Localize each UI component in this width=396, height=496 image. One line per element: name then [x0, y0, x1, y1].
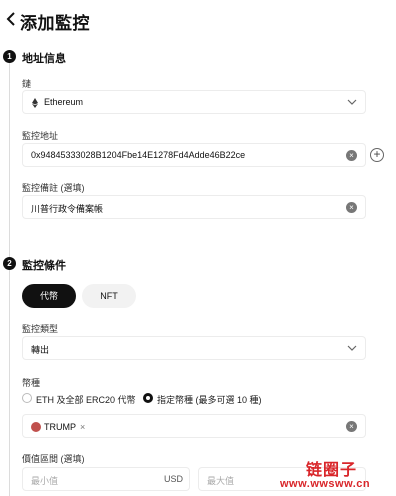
- price-max-placeholder: 最大值: [207, 476, 235, 486]
- radio-specific-tokens-label: 指定幣種 (最多可選 10 種): [157, 395, 262, 405]
- header: 添加監控: [0, 0, 396, 40]
- clear-icon[interactable]: ×: [346, 150, 357, 161]
- chevron-down-icon: [347, 99, 357, 105]
- page-title: 添加監控: [20, 14, 90, 33]
- price-min-input[interactable]: 最小值 USD: [22, 467, 190, 491]
- token-scope-radio-group: ETH 及全部 ERC20 代幣 指定幣種 (最多可選 10 種): [22, 392, 372, 406]
- remark-label: 監控備註 (選填): [22, 183, 85, 193]
- price-min-placeholder: 最小值: [31, 476, 59, 486]
- step-number: 1: [3, 50, 16, 63]
- address-input[interactable]: 0x94845333028B1204Fbe14E1278Fd4Adde46B22…: [22, 143, 366, 167]
- radio-all-tokens-label: ETH 及全部 ERC20 代幣: [36, 395, 136, 405]
- add-address-icon[interactable]: +: [370, 148, 384, 162]
- remove-tag-icon[interactable]: ×: [80, 422, 85, 432]
- watermark-url: www.wwsww.cn: [280, 478, 371, 490]
- radio-all-tokens[interactable]: [22, 393, 32, 403]
- clear-icon[interactable]: ×: [346, 421, 357, 432]
- chain-select[interactable]: Ethereum: [22, 90, 366, 114]
- timeline-line: [9, 270, 10, 496]
- token-tag-label: TRUMP: [44, 422, 76, 432]
- tokens-label: 幣種: [22, 378, 41, 388]
- radio-specific-tokens[interactable]: [143, 393, 153, 403]
- token-avatar: [31, 422, 41, 432]
- clear-icon[interactable]: ×: [346, 202, 357, 213]
- monitor-type-label: 監控類型: [22, 324, 59, 334]
- watermark-title: 链圈子: [306, 462, 358, 479]
- timeline-line: [9, 62, 10, 258]
- remark-value: 川普行政令備案帳: [31, 204, 104, 214]
- back-arrow-icon[interactable]: [6, 11, 16, 27]
- tab-token[interactable]: 代幣: [22, 284, 76, 308]
- address-label: 監控地址: [22, 131, 59, 141]
- ethereum-icon: [32, 98, 38, 108]
- monitor-type-value: 轉出: [31, 345, 50, 355]
- step-number: 2: [3, 257, 16, 270]
- chain-value: Ethereum: [44, 97, 84, 107]
- price-unit: USD: [163, 474, 183, 484]
- section-title-monitor-conditions: 監控條件: [22, 260, 66, 272]
- watermark: 链圈子 www.wwsww.cn: [276, 456, 394, 494]
- token-select[interactable]: TRUMP × ×: [22, 414, 366, 438]
- chain-label: 鏈: [22, 79, 32, 89]
- token-tag: TRUMP ×: [31, 420, 85, 434]
- chevron-down-icon: [347, 345, 357, 351]
- section-title-address-info: 地址信息: [22, 53, 66, 65]
- address-value: 0x94845333028B1204Fbe14E1278Fd4Adde46B22…: [31, 150, 246, 160]
- monitor-type-select[interactable]: 轉出: [22, 336, 366, 360]
- remark-input[interactable]: 川普行政令備案帳 ×: [22, 195, 366, 219]
- tab-nft[interactable]: NFT: [82, 284, 136, 308]
- price-range-label: 價值區間 (選填): [22, 454, 85, 464]
